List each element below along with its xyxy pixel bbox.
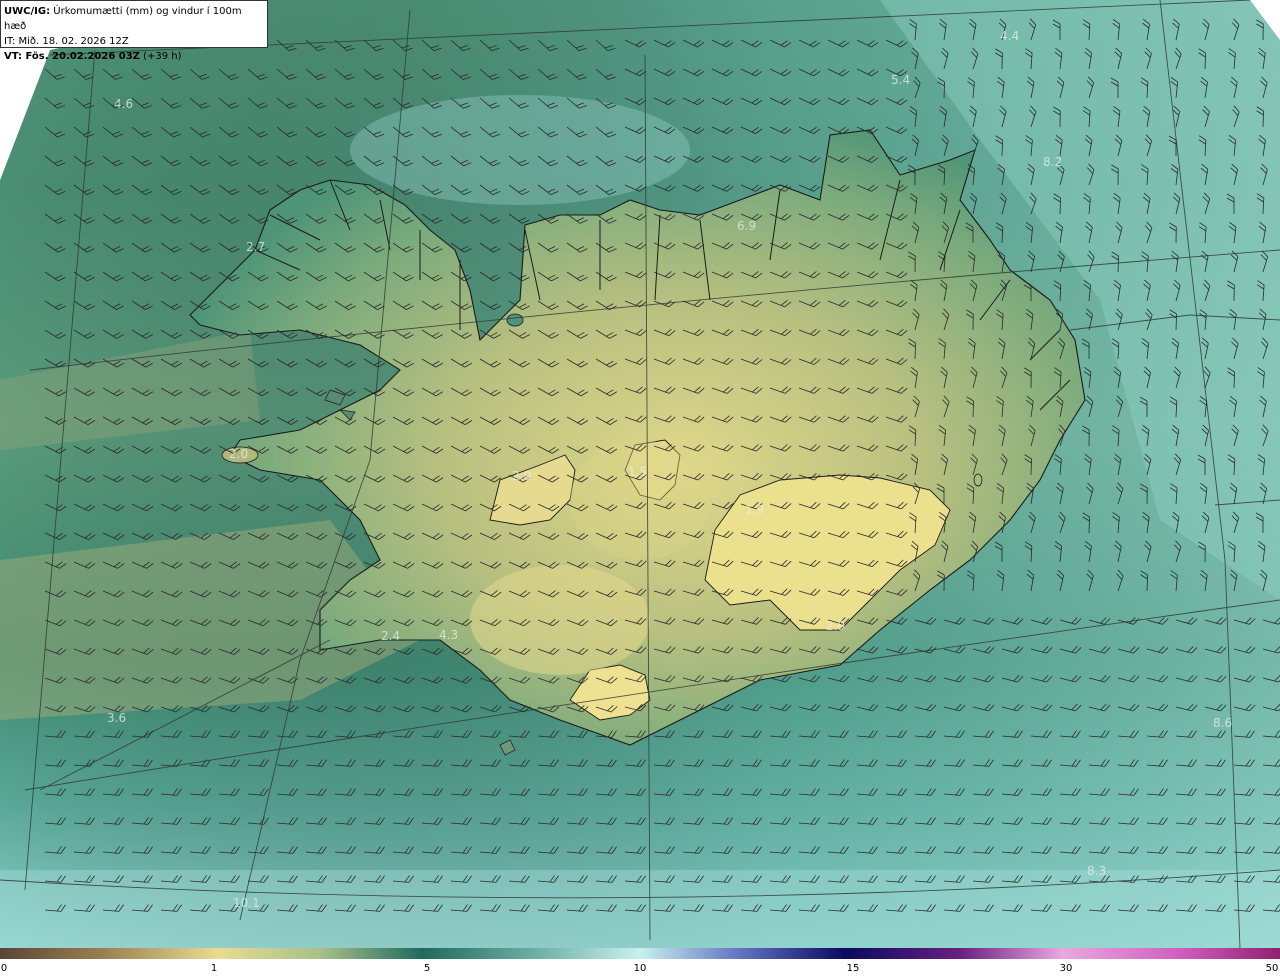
map-title-box: UWC/IG: Úrkomumætti (mm) og vindur í 100…	[0, 0, 268, 62]
init-time: IT: Mið. 18. 02. 2026 12Z	[4, 36, 129, 47]
map-value: 2.4	[381, 629, 400, 643]
title-line: UWC/IG: Úrkomumætti (mm) og vindur í 100…	[4, 4, 264, 34]
map-value: 2.0	[229, 447, 248, 461]
map-value: 4.3	[439, 628, 458, 642]
colorbar-gradient	[0, 948, 1280, 959]
map-value: 6.9	[737, 219, 756, 233]
map-value: 5.4	[891, 73, 910, 87]
map-value: 1.5	[628, 465, 647, 479]
map-value: 2.9	[826, 619, 845, 633]
map-value: 10.1	[233, 896, 260, 910]
colorbar-tick-label: 50	[1265, 963, 1279, 974]
map-value: 4.4	[1000, 29, 1019, 43]
map-value: 4.6	[114, 97, 133, 111]
valid-time-line: VT: Fös. 20.02.2026 03Z (+39 h)	[4, 49, 264, 64]
map-value: 2.7	[246, 240, 265, 254]
colorbar-tick-label: 30	[1059, 963, 1073, 974]
colorbar-tick-label: 1	[210, 963, 218, 974]
colorbar-tick-label: 15	[846, 963, 860, 974]
weather-map: 4.6 2.7 4.4 5.4 8.2 6.9 2.0 2.4 4.3 3.6 …	[0, 0, 1280, 959]
model-prefix: UWC/IG:	[4, 6, 51, 17]
colorbar	[0, 948, 1280, 959]
map-value: 1.9	[745, 503, 764, 517]
valid-time: VT: Fös. 20.02.2026 03Z	[4, 51, 140, 62]
colorbar-tick-label: 10	[633, 963, 647, 974]
colorbar-tick-label: 0	[0, 963, 8, 974]
map-value: 8.2	[1043, 155, 1062, 169]
map-value: 3.6	[107, 711, 126, 725]
map-value: 8.3	[1087, 864, 1106, 878]
valid-offset: (+39 h)	[143, 51, 182, 62]
colorbar-tick-label: 5	[423, 963, 431, 974]
map-value: 8.6	[1213, 716, 1232, 730]
map-value: 2.0	[512, 469, 531, 483]
